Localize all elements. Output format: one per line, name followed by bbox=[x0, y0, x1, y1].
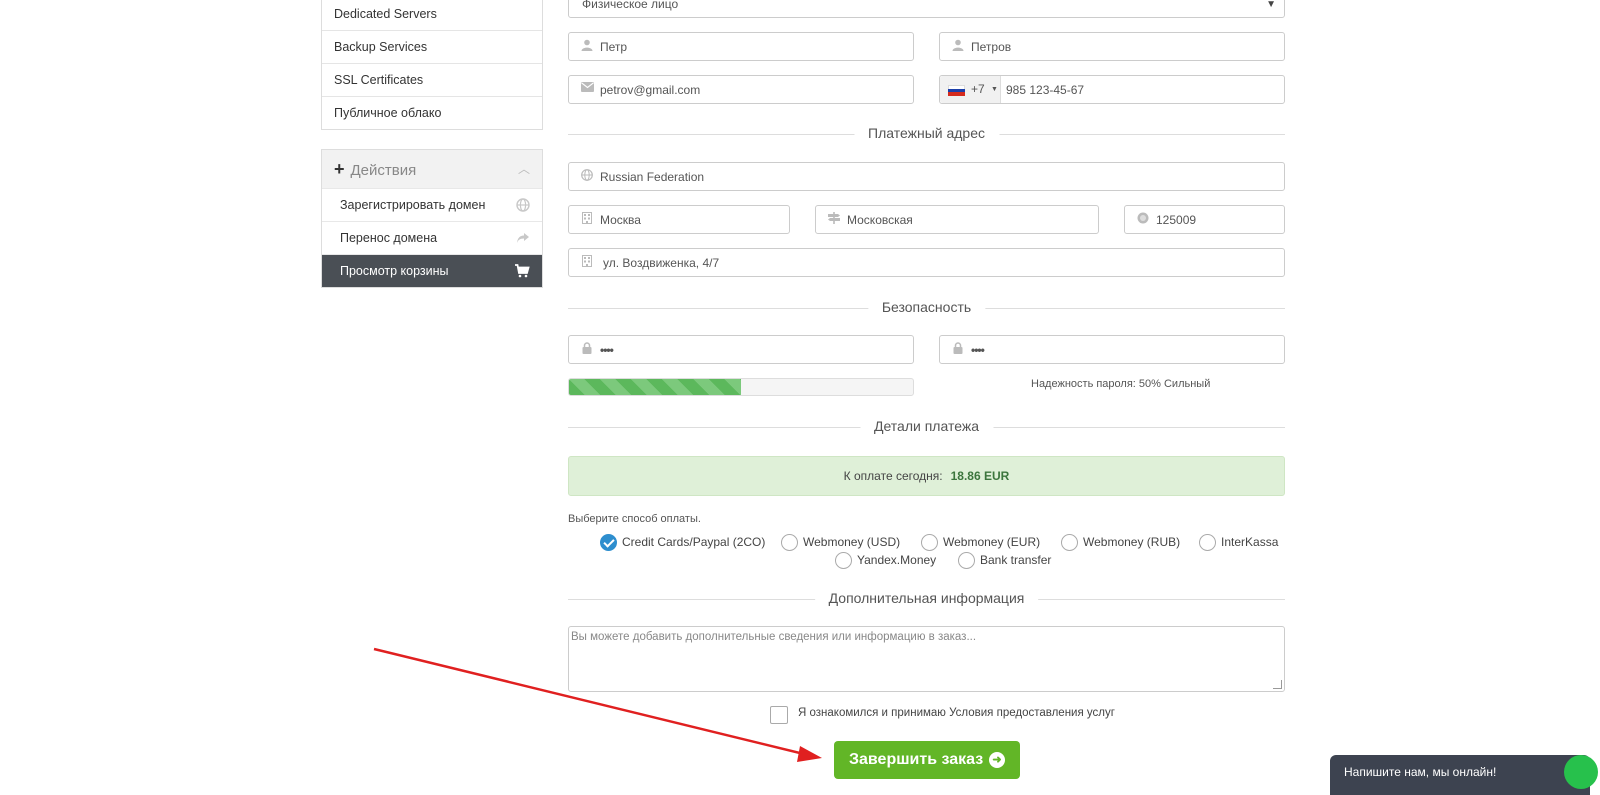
chat-status-icon bbox=[1564, 755, 1598, 789]
annotation-arrow bbox=[373, 647, 822, 762]
live-chat-widget[interactable]: Напишите нам, мы онлайн! bbox=[1330, 755, 1598, 795]
live-chat-label: Напишите нам, мы онлайн! bbox=[1344, 765, 1497, 779]
